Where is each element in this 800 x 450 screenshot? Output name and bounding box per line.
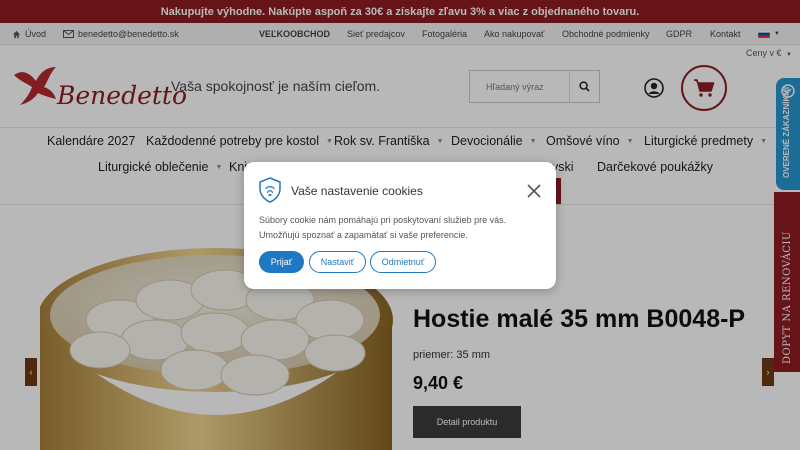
cookie-dialog: Vaše nastavenie cookies Súbory cookie ná… (244, 162, 556, 289)
shield-fingerprint-icon (259, 177, 281, 203)
cookie-reject-button[interactable]: Odmietnuť (370, 251, 436, 273)
cookie-settings-button[interactable]: Nastaviť (309, 251, 366, 273)
cookie-title: Vaše nastavenie cookies (291, 184, 423, 198)
close-icon[interactable] (527, 184, 541, 198)
cookie-text: Súbory cookie nám pomáhajú pri poskytova… (259, 215, 507, 240)
cookie-accept-button[interactable]: Prijať (259, 251, 304, 273)
